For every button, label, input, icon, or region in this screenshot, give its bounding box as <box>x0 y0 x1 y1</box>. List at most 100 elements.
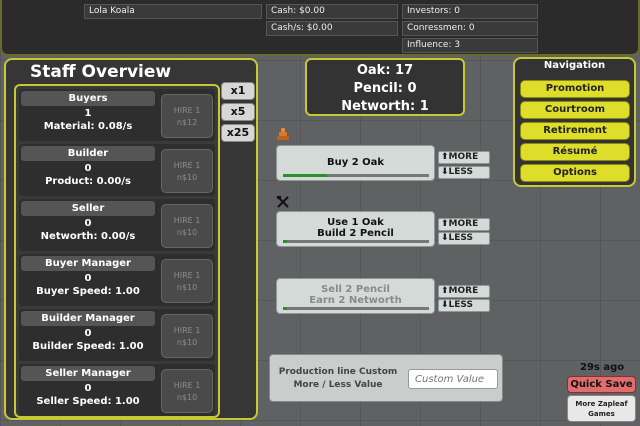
nav-options-button[interactable]: Options <box>520 164 630 182</box>
hire-seller-manager-button[interactable]: HIRE 1 n$10 <box>161 369 213 413</box>
custom-value-input[interactable] <box>408 369 498 389</box>
production-line-2-more-button[interactable]: ⬆MORE <box>438 218 490 231</box>
staff-rate: Product: 0.00/s <box>45 176 131 187</box>
hire-label: HIRE 1 <box>173 271 201 280</box>
up-arrow-icon: ⬆ <box>441 152 449 162</box>
cash-per-second-display: Cash/s: $0.00 <box>266 21 398 36</box>
production-line-1-less-button[interactable]: ⬇LESS <box>438 166 490 179</box>
custom-value-label: Production line Custom More / Less Value <box>278 367 398 390</box>
navigation-panel: Navigation Promotion Courtroom Retiremen… <box>513 57 636 187</box>
production-line-sell-pencil-button[interactable]: Sell 2 Pencil Earn 2 Networth <box>276 278 435 314</box>
staff-count: 0 <box>84 328 92 339</box>
resources-panel: Oak: 17 Pencil: 0 Networth: 1 <box>305 58 465 116</box>
less-label: LESS <box>448 167 473 177</box>
down-arrow-icon: ⬇ <box>441 233 449 243</box>
more-label: MORE <box>448 152 479 162</box>
staff-row-buyer-manager: Buyer Manager 0 Buyer Speed: 1.00 HIRE 1… <box>19 254 215 306</box>
nav-promotion-button[interactable]: Promotion <box>520 80 630 98</box>
production-line-2-less-button[interactable]: ⬇LESS <box>438 232 490 245</box>
production-line-build-pencil-button[interactable]: Use 1 Oak Build 2 Pencil <box>276 211 435 247</box>
top-status-bar: Lola Koala Cash: $0.00 Cash/s: $0.00 Inv… <box>0 0 640 56</box>
multiplier-x25-button[interactable]: x25 <box>221 124 255 142</box>
staff-name: Builder <box>21 146 155 161</box>
quick-save-button[interactable]: Quick Save <box>567 376 636 393</box>
nav-courtroom-button[interactable]: Courtroom <box>520 101 630 119</box>
staff-row-buyers: Buyers 1 Material: 0.08/s HIRE 1 n$12 <box>19 89 215 141</box>
navigation-title: Navigation <box>543 60 606 71</box>
staff-count: 1 <box>84 108 92 119</box>
hire-label: HIRE 1 <box>173 381 201 390</box>
staff-name: Buyer Manager <box>21 256 155 271</box>
staff-count: 0 <box>84 273 92 284</box>
down-arrow-icon: ⬇ <box>441 167 449 177</box>
staff-overview-title: Staff Overview <box>30 62 172 82</box>
production-line-label: Buy 2 Oak <box>326 157 385 168</box>
hire-label: HIRE 1 <box>173 326 201 335</box>
hire-builder-button[interactable]: HIRE 1 n$10 <box>161 149 213 193</box>
oak-logs-icon <box>277 128 289 140</box>
congressmen-display: Conressmen: 0 <box>402 21 538 36</box>
staff-overview-panel: Staff Overview Buyers 1 Material: 0.08/s… <box>4 58 258 420</box>
staff-row-builder-manager: Builder Manager 0 Builder Speed: 1.00 HI… <box>19 309 215 361</box>
staff-rate: Material: 0.08/s <box>43 121 133 132</box>
hire-label: HIRE 1 <box>173 106 201 115</box>
staff-name: Builder Manager <box>21 311 155 326</box>
staff-count: 0 <box>84 163 92 174</box>
hire-cost: n$10 <box>176 393 198 402</box>
multiplier-x1-button[interactable]: x1 <box>221 82 255 100</box>
staff-rate: Seller Speed: 1.00 <box>36 396 140 407</box>
staff-rate: Networth: 0.00/s <box>40 231 136 242</box>
tools-icon <box>277 196 289 208</box>
production-line-label: Sell 2 Pencil <box>321 284 390 295</box>
hire-label: HIRE 1 <box>173 161 201 170</box>
hire-cost: n$10 <box>176 228 198 237</box>
nav-retirement-button[interactable]: Retirement <box>520 122 630 140</box>
less-label: LESS <box>448 233 473 243</box>
staff-name: Seller Manager <box>21 366 155 381</box>
production-progress-bar <box>283 307 429 310</box>
hire-seller-button[interactable]: HIRE 1 n$10 <box>161 204 213 248</box>
staff-rate: Buyer Speed: 1.00 <box>36 286 140 297</box>
pencil-count: Pencil: 0 <box>353 81 417 96</box>
cash-display: Cash: $0.00 <box>266 4 398 19</box>
hire-builder-manager-button[interactable]: HIRE 1 n$10 <box>161 314 213 358</box>
staff-row-builder: Builder 0 Product: 0.00/s HIRE 1 n$10 <box>19 144 215 196</box>
production-line-label: Use 1 Oak <box>327 217 384 228</box>
influence-display: Influence: 3 <box>402 38 538 53</box>
production-progress-fill <box>283 240 288 243</box>
production-line-buy-oak-button[interactable]: Buy 2 Oak <box>276 145 435 181</box>
nav-resume-button[interactable]: Résumé <box>520 143 630 161</box>
hire-cost: n$10 <box>176 283 198 292</box>
hire-buyers-button[interactable]: HIRE 1 n$12 <box>161 94 213 138</box>
production-progress-fill <box>283 307 288 310</box>
up-arrow-icon: ⬆ <box>441 219 449 229</box>
player-name: Lola Koala <box>84 4 262 19</box>
production-line-sublabel: Earn 2 Networth <box>309 295 402 306</box>
staff-row-seller: Seller 0 Networth: 0.00/s HIRE 1 n$10 <box>19 199 215 251</box>
hire-cost: n$10 <box>176 173 198 182</box>
hire-cost: n$12 <box>176 118 198 127</box>
up-arrow-icon: ⬆ <box>441 286 449 296</box>
production-progress-bar <box>283 174 429 177</box>
production-line-3-less-button[interactable]: ⬇LESS <box>438 299 490 312</box>
production-line-1-more-button[interactable]: ⬆MORE <box>438 151 490 164</box>
less-label: LESS <box>448 300 473 310</box>
staff-row-seller-manager: Seller Manager 0 Seller Speed: 1.00 HIRE… <box>19 364 215 416</box>
staff-count: 0 <box>84 383 92 394</box>
more-label: MORE <box>448 219 479 229</box>
more-label: MORE <box>448 286 479 296</box>
more-games-button[interactable]: More Zapleaf Games <box>567 395 636 422</box>
last-saved-time: 29s ago <box>580 362 625 373</box>
production-progress-fill <box>283 174 327 177</box>
hire-label: HIRE 1 <box>173 216 201 225</box>
multiplier-x5-button[interactable]: x5 <box>221 103 255 121</box>
hire-buyer-manager-button[interactable]: HIRE 1 n$10 <box>161 259 213 303</box>
staff-list: Buyers 1 Material: 0.08/s HIRE 1 n$12 Bui… <box>14 84 220 418</box>
staff-rate: Builder Speed: 1.00 <box>32 341 144 352</box>
custom-value-panel: Production line Custom More / Less Value <box>269 354 503 402</box>
oak-count: Oak: 17 <box>356 63 414 78</box>
production-line-sublabel: Build 2 Pencil <box>317 228 394 239</box>
production-line-3-more-button[interactable]: ⬆MORE <box>438 285 490 298</box>
networth-count: Networth: 1 <box>341 99 429 114</box>
investors-display: Investors: 0 <box>402 4 538 19</box>
